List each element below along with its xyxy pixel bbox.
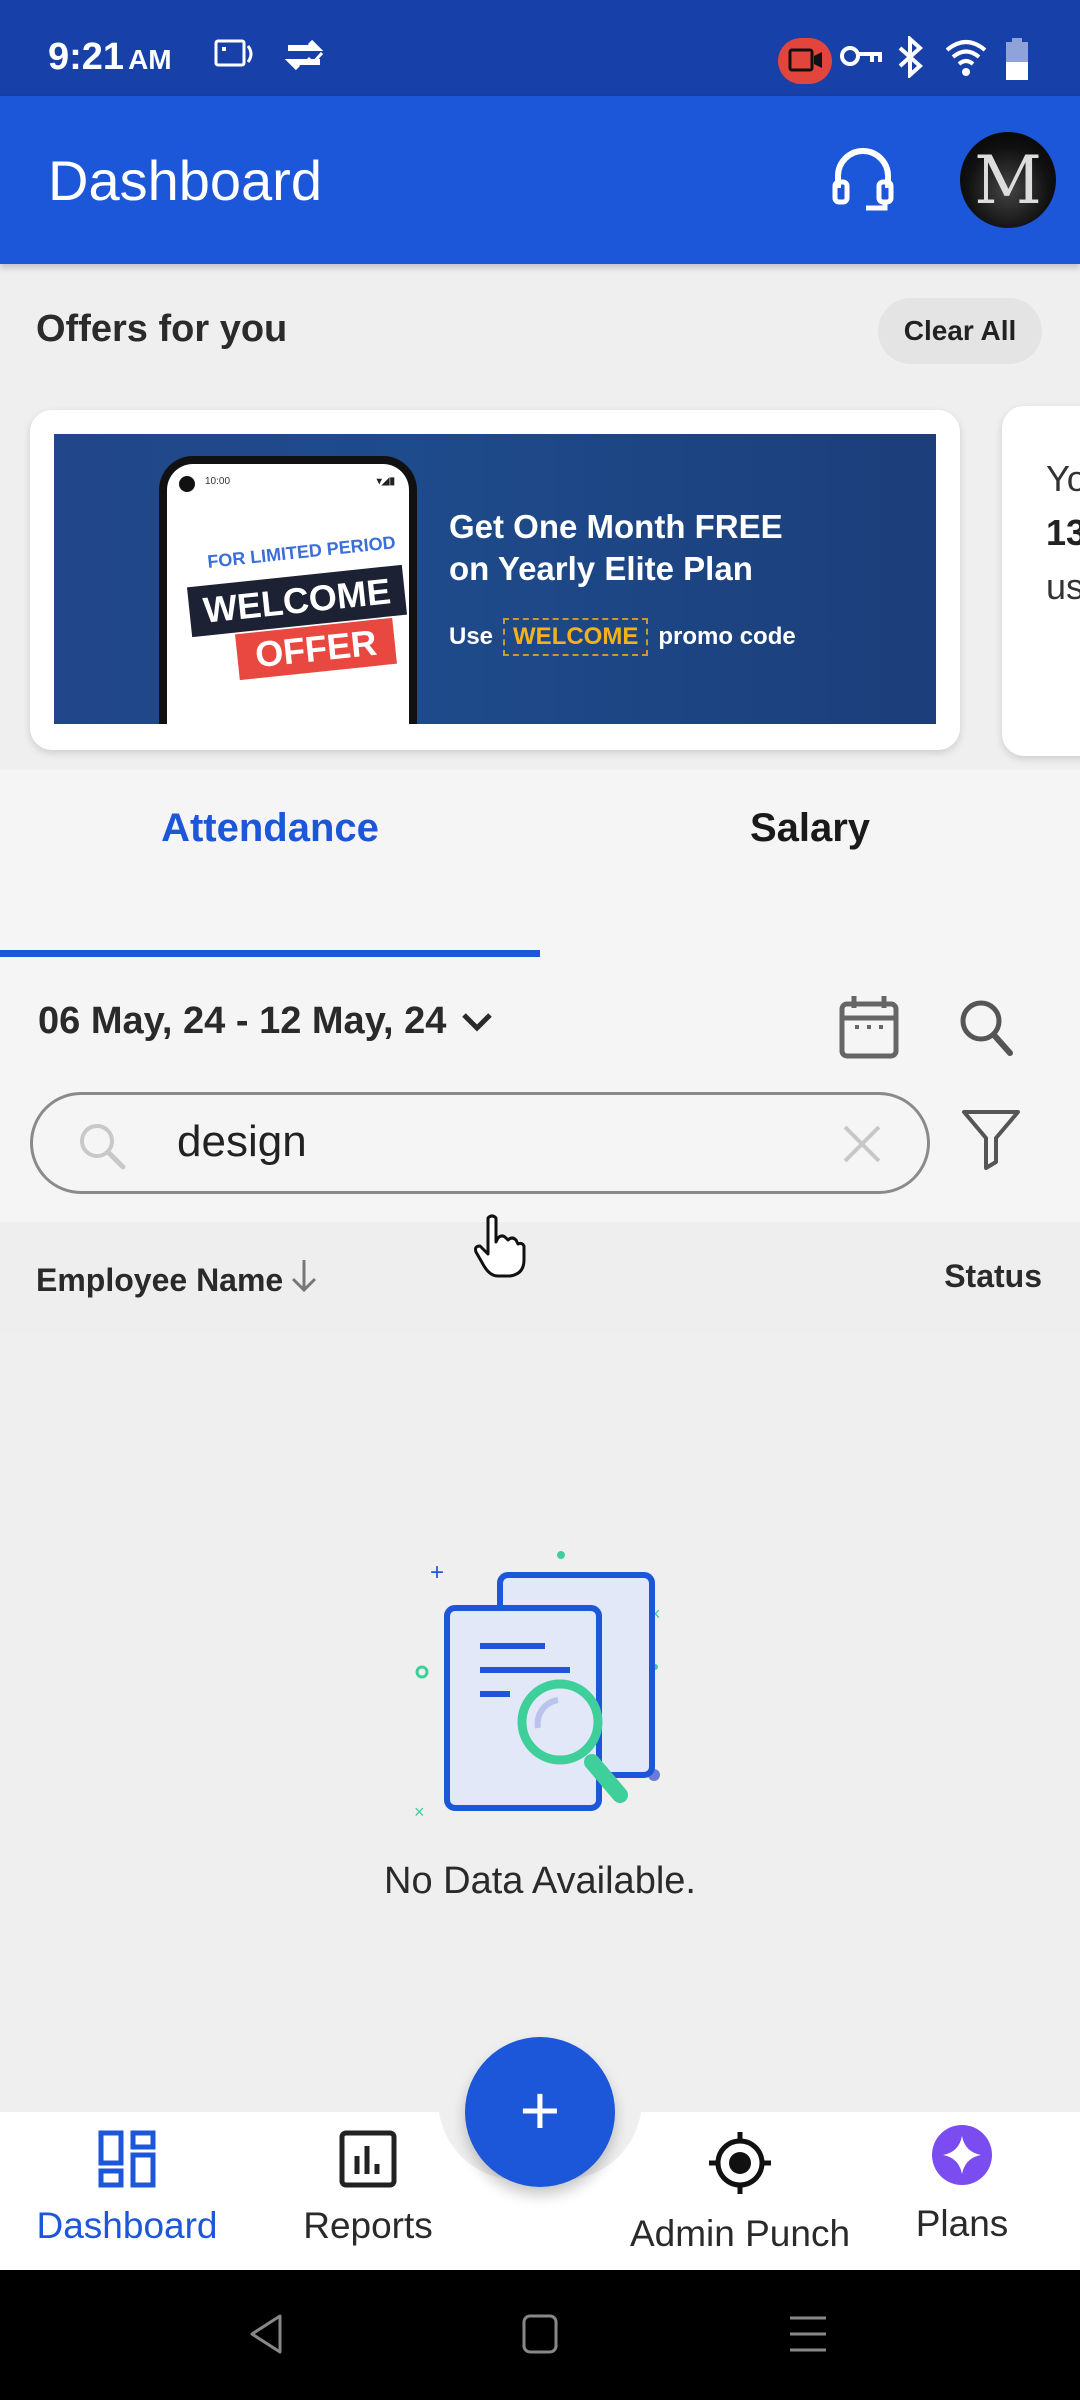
column-employee-name-label: Employee Name <box>36 1261 284 1298</box>
sync-check-icon <box>282 38 326 77</box>
tab-salary-label: Salary <box>749 806 871 850</box>
add-button[interactable]: + <box>465 2037 615 2187</box>
home-icon[interactable] <box>520 2312 560 2361</box>
phone-camera-dot <box>179 476 195 492</box>
offers-title: Offers for you <box>36 308 288 350</box>
sparkle-icon <box>931 2125 993 2194</box>
nav-label-admin-punch: Admin Punch <box>629 2213 851 2254</box>
chevron-down-icon <box>460 1000 494 1043</box>
avatar-letter: M <box>974 142 1042 219</box>
promo-code: WELCOME <box>503 618 649 656</box>
status-time: 9:21 AM <box>48 36 172 79</box>
tab-attendance-label: Attendance <box>161 806 379 850</box>
phone-time: 10:00 <box>205 476 231 487</box>
battery-icon <box>1004 38 1030 85</box>
empty-state-message: No Data Available. <box>384 1860 696 1902</box>
vpn-key-icon <box>840 44 882 73</box>
welcome-offer-banner: 10:00 ▾◢▮ FOR LIMITED PERIOD WELCOME OFF… <box>54 434 936 724</box>
wifi-icon <box>944 38 988 83</box>
headline-line-2: on Yearly Elite Plan <box>449 550 753 587</box>
limited-period-text: FOR LIMITED PERIOD <box>206 532 397 572</box>
filters-section: 06 May, 24 - 12 May, 24 design <box>0 958 1080 1222</box>
promo-line: Use WELCOME promo code <box>449 618 796 656</box>
nav-label-reports: Reports <box>303 2205 433 2246</box>
sort-down-arrow-icon <box>289 1258 319 1302</box>
search-input[interactable]: design <box>30 1092 930 1194</box>
avatar[interactable]: M <box>960 132 1056 228</box>
camera-recording-icon <box>778 38 832 84</box>
clear-all-button[interactable]: Clear All <box>878 298 1042 364</box>
no-data-illustration: + × × <box>400 1540 680 1825</box>
reports-chart-icon <box>339 2130 397 2196</box>
search-field-icon <box>77 1121 129 1178</box>
banner-headline: Get One Month FREE on Yearly Elite Plan <box>449 506 783 590</box>
card2-line-3: us <box>1046 566 1080 607</box>
column-employee-name[interactable]: Employee Name <box>36 1258 319 1302</box>
tab-salary[interactable]: Salary <box>540 770 1080 958</box>
target-icon <box>707 2132 773 2204</box>
card2-line-1: Yo <box>1046 458 1080 499</box>
search-value: design <box>177 1117 307 1166</box>
nav-item-reports[interactable]: Reports <box>276 2130 460 2247</box>
dashboard-grid-icon <box>98 2130 156 2196</box>
nav-item-plans[interactable]: Plans <box>900 2124 1024 2245</box>
offer-card[interactable]: 10:00 ▾◢▮ FOR LIMITED PERIOD WELCOME OFF… <box>30 410 960 750</box>
table-header: Employee Name Status <box>0 1222 1080 1332</box>
nav-item-admin-punch[interactable]: Admin Punch <box>610 2130 870 2255</box>
screen-record-icon <box>214 38 258 75</box>
phone-signal-icon: ▾◢▮ <box>376 476 395 487</box>
recent-apps-icon[interactable] <box>786 2312 830 2361</box>
phone-illustration: 10:00 ▾◢▮ FOR LIMITED PERIOD WELCOME OFF… <box>159 456 417 724</box>
headset-icon[interactable] <box>830 144 896 221</box>
date-range-selector[interactable]: 06 May, 24 - 12 May, 24 <box>38 1000 494 1043</box>
search-icon[interactable] <box>958 998 1016 1063</box>
time-text: 9:21 <box>48 36 125 78</box>
ampm-text: AM <box>128 44 172 75</box>
system-navigation-bar <box>0 2270 1080 2400</box>
date-range-text: 06 May, 24 - 12 May, 24 <box>38 1000 447 1042</box>
bluetooth-icon <box>896 34 926 83</box>
nav-label-plans: Plans <box>915 2203 1009 2244</box>
headline-line-1: Get One Month FREE <box>449 508 783 545</box>
status-bar: 9:21 AM <box>0 0 1080 96</box>
back-icon[interactable] <box>246 2312 286 2361</box>
app-bar: Dashboard M <box>0 96 1080 264</box>
hand-cursor-icon <box>470 1214 530 1285</box>
card2-line-2: 13 <box>1046 512 1080 553</box>
filter-icon[interactable] <box>960 1108 1022 1175</box>
promo-prefix: Use <box>449 623 494 650</box>
page-title: Dashboard <box>48 149 322 212</box>
promo-suffix: promo code <box>658 623 796 650</box>
clear-search-icon[interactable] <box>839 1121 885 1172</box>
calendar-icon[interactable] <box>838 994 900 1065</box>
column-status[interactable]: Status <box>944 1258 1042 1295</box>
tab-attendance[interactable]: Attendance <box>0 770 540 958</box>
tab-bar: Attendance Salary <box>0 770 1080 958</box>
nav-label-dashboard: Dashboard <box>36 2205 218 2246</box>
sparkle-mark: + <box>430 1559 444 1586</box>
nav-item-dashboard[interactable]: Dashboard <box>22 2130 232 2247</box>
tab-indicator <box>0 950 540 957</box>
offer-card-2[interactable]: Yo 13 us <box>1002 406 1080 756</box>
svg-text:×: × <box>414 1802 425 1820</box>
